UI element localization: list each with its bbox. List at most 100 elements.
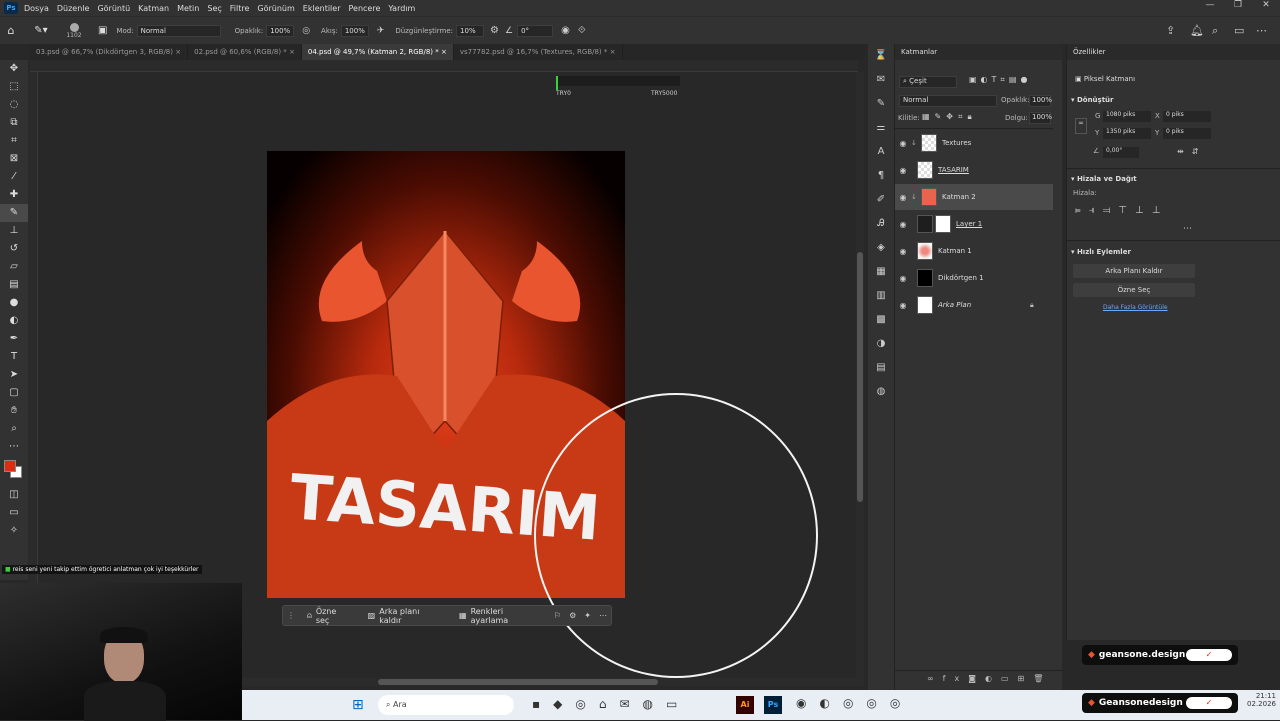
brush-preset-picker[interactable]: 1102 xyxy=(56,22,92,39)
comments-icon[interactable]: ✉ xyxy=(868,68,894,92)
lasso-tool-icon[interactable]: ◌ xyxy=(0,96,28,114)
y-input[interactable]: 0 piks xyxy=(1163,128,1211,139)
close-icon[interactable]: ✕ xyxy=(1252,0,1280,10)
photoshop-icon[interactable]: Ps xyxy=(764,696,782,714)
select-subject-button[interactable]: ⍝ Özne seç xyxy=(299,607,360,625)
airbrush-icon[interactable]: ✈ xyxy=(377,26,385,36)
eye-icon[interactable]: ◉ xyxy=(895,139,911,148)
eye-icon[interactable]: ◉ xyxy=(895,247,911,256)
screen-mode-icon[interactable]: ▭ xyxy=(0,504,28,522)
path-select-tool-icon[interactable]: ➤ xyxy=(0,366,28,384)
symmetry-icon[interactable]: ⟐ xyxy=(578,25,586,36)
glyphs-icon[interactable]: Ꭿ xyxy=(868,212,894,236)
rectangle-tool-icon[interactable]: ▢ xyxy=(0,384,28,402)
menu-help[interactable]: Yardım xyxy=(388,4,415,13)
tab-document[interactable]: 02.psd @ 60,6% (RGB/8) * × xyxy=(188,44,302,60)
transform-section[interactable]: ▾ Dönüştür xyxy=(1071,96,1114,104)
quick-actions-section[interactable]: ▾ Hızlı Eylemler xyxy=(1071,248,1131,256)
layer-filter-select[interactable]: ⌕ Çeşit xyxy=(899,76,957,88)
eye-icon[interactable]: ◉ xyxy=(895,274,911,283)
windows-start-icon[interactable]: ⊞ xyxy=(352,697,364,713)
frame-tool-icon[interactable]: ⊠ xyxy=(0,150,28,168)
pressure-size-icon[interactable]: ◉ xyxy=(561,25,570,36)
eraser-tool-icon[interactable]: ▱ xyxy=(0,258,28,276)
height-input[interactable]: 1350 piks xyxy=(1103,128,1151,139)
opacity-input[interactable]: 100% xyxy=(266,24,295,37)
menu-view[interactable]: Görünüm xyxy=(257,4,294,13)
zoom-tool-icon[interactable]: ⌕ xyxy=(0,420,28,438)
menu-type[interactable]: Metin xyxy=(177,4,199,13)
type-tool-icon[interactable]: T xyxy=(0,348,28,366)
fill-input[interactable]: 100% xyxy=(1029,112,1052,124)
search-icon[interactable]: ⌕ xyxy=(1212,24,1218,38)
3d-icon[interactable]: ◈ xyxy=(868,236,894,260)
clock[interactable]: 21:11 02.2026 xyxy=(1236,692,1276,708)
blend-mode-select[interactable]: Normal xyxy=(899,95,997,107)
illustrator-icon[interactable]: Ai xyxy=(736,696,754,714)
remove-background-button[interactable]: ▨ Arka planı kaldır xyxy=(360,607,451,625)
flip-icons[interactable]: ⇹⇵ xyxy=(1177,147,1206,156)
hand-tool-icon[interactable]: ✋︎ xyxy=(0,402,28,420)
quick-mask-icon[interactable]: ◫ xyxy=(0,486,28,504)
rotate-angle-input[interactable]: 0,00° xyxy=(1103,147,1139,158)
color-icon[interactable]: ◑ xyxy=(868,332,894,356)
eye-icon[interactable]: ◉ xyxy=(895,220,911,229)
drag-handle-icon[interactable]: ⋮ xyxy=(283,611,299,620)
clone-stamp-tool-icon[interactable]: ⊥ xyxy=(0,222,28,240)
layer-row[interactable]: ◉ Arka Plan 🔒︎ xyxy=(895,292,1053,318)
history-icon[interactable]: ⌛ xyxy=(868,44,894,68)
dodge-tool-icon[interactable]: ◐ xyxy=(0,312,28,330)
adjust-colors-button[interactable]: ▦ Renkleri ayarlama xyxy=(451,607,550,625)
generative-icon[interactable]: ✧ xyxy=(0,522,28,540)
align-section[interactable]: ▾ Hizala ve Dağıt xyxy=(1071,175,1137,183)
patterns-icon[interactable]: ▩ xyxy=(868,308,894,332)
close-icon[interactable]: × xyxy=(610,48,616,56)
gradient-tool-icon[interactable]: ▤ xyxy=(0,276,28,294)
settings-icon[interactable]: ⚙ xyxy=(565,611,580,620)
lock-icons[interactable]: ▦✎✥⌗🔒︎ xyxy=(922,112,977,122)
styles-icon[interactable]: ◍ xyxy=(868,380,894,404)
marquee-tool-icon[interactable]: ⬚ xyxy=(0,78,28,96)
vertical-scrollbar[interactable] xyxy=(856,72,864,678)
restore-icon[interactable]: ❐ xyxy=(1224,0,1252,10)
select-subject-button[interactable]: Özne Seç xyxy=(1073,283,1195,297)
blur-tool-icon[interactable]: ● xyxy=(0,294,28,312)
close-icon[interactable]: × xyxy=(175,48,181,56)
character-icon[interactable]: A xyxy=(868,140,894,164)
layer-row[interactable]: ◉ Dikdörtgen 1 xyxy=(895,265,1053,291)
horizontal-scroll-thumb[interactable] xyxy=(378,679,658,685)
menu-edit[interactable]: Düzenle xyxy=(57,4,90,13)
workspace-icon[interactable]: ▭ xyxy=(1234,24,1244,37)
pen-tool-icon[interactable]: ✒ xyxy=(0,330,28,348)
flow-input[interactable]: 100% xyxy=(340,24,369,37)
width-input[interactable]: 1080 piks xyxy=(1103,111,1151,122)
layer-mask-thumbnail[interactable] xyxy=(935,215,951,233)
view-more-link[interactable]: Daha Fazla Görüntüle xyxy=(1103,304,1168,311)
generative-fill-icon[interactable]: ✦ xyxy=(580,611,595,620)
minimize-icon[interactable]: — xyxy=(1196,0,1224,10)
angle-input[interactable]: 0° xyxy=(517,24,554,37)
notification-icon[interactable]: 🔔︎ xyxy=(1190,24,1204,37)
brush-settings-icon[interactable]: ✎ xyxy=(868,92,894,116)
vertical-scroll-thumb[interactable] xyxy=(857,252,863,502)
adjustments-icon[interactable]: ⚌ xyxy=(868,116,894,140)
menu-layer[interactable]: Katman xyxy=(138,4,169,13)
foreground-color-swatch[interactable] xyxy=(4,460,16,472)
eye-icon[interactable]: ◉ xyxy=(895,166,911,175)
layer-opacity-input[interactable]: 100% xyxy=(1029,95,1052,107)
history-brush-tool-icon[interactable]: ↺ xyxy=(0,240,28,258)
layer-row[interactable]: ◉ TASARIM xyxy=(895,157,1053,183)
pin-icon[interactable]: ⚐ xyxy=(550,611,565,620)
brushes-icon[interactable]: ✐ xyxy=(868,188,894,212)
more-tools-icon[interactable]: ⋯ xyxy=(0,438,28,456)
paragraph-icon[interactable]: ¶ xyxy=(868,164,894,188)
layers-footer-icons[interactable]: ∞fx◙◐▭⊞🗑︎ xyxy=(895,670,1063,686)
move-tool-icon[interactable]: ✥ xyxy=(0,60,28,78)
tab-document[interactable]: vs77782.psd @ 16,7% (Textures, RGB/8) * … xyxy=(454,44,623,60)
remove-background-button[interactable]: Arka Planı Kaldır xyxy=(1073,264,1195,278)
crop-tool-icon[interactable]: ⌗ xyxy=(0,132,28,150)
x-input[interactable]: 0 piks xyxy=(1163,111,1211,122)
close-icon[interactable]: × xyxy=(441,48,447,56)
tab-document[interactable]: 03.psd @ 66,7% (Dikdörtgen 3, RGB/8) × xyxy=(30,44,189,60)
menu-plugins[interactable]: Eklentiler xyxy=(303,4,341,13)
